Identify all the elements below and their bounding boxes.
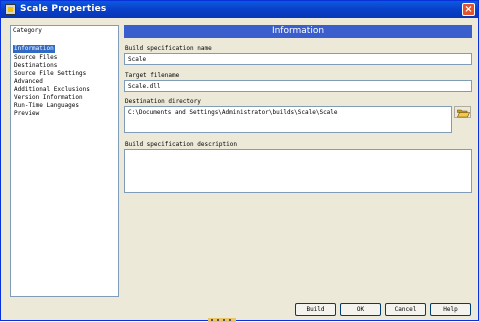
resize-grip-icon[interactable] — [208, 318, 236, 322]
category-item-information[interactable]: Information — [13, 45, 55, 53]
folder-open-icon — [457, 109, 470, 118]
category-item-source-files[interactable]: Source Files — [13, 54, 91, 62]
close-icon: × — [464, 4, 473, 15]
category-item-additional-exclusions[interactable]: Additional Exclusions — [13, 86, 91, 94]
build-spec-description-field[interactable] — [124, 149, 472, 193]
section-header: Information — [124, 25, 472, 38]
build-spec-description-label: Build specification description — [125, 141, 237, 148]
title-bar[interactable]: Scale Properties × — [1, 1, 478, 18]
target-filename-label: Target filename — [125, 72, 180, 79]
category-item-run-time-languages[interactable]: Run-Time Languages — [13, 102, 91, 110]
ok-button[interactable]: OK — [340, 303, 381, 316]
category-list-panel: Category Information Source Files Destin… — [10, 25, 119, 297]
properties-window: Scale Properties × Category Information … — [0, 0, 479, 322]
category-item-version-information[interactable]: Version Information — [13, 94, 91, 102]
cancel-button[interactable]: Cancel — [385, 303, 426, 316]
category-item-source-file-settings[interactable]: Source File Settings — [13, 70, 91, 78]
target-filename-field[interactable]: Scale.dll — [124, 80, 472, 92]
build-spec-name-field[interactable]: Scale — [124, 53, 472, 65]
build-button[interactable]: Build — [295, 303, 336, 316]
close-button[interactable]: × — [462, 3, 475, 16]
app-icon — [5, 4, 16, 15]
window-title: Scale Properties — [20, 4, 107, 14]
destination-directory-label: Destination directory — [125, 98, 201, 105]
destination-directory-field[interactable]: C:\Documents and Settings\Administrator\… — [124, 106, 452, 133]
category-item-advanced[interactable]: Advanced — [13, 78, 91, 86]
help-button[interactable]: Help — [430, 303, 471, 316]
category-list: Information Source Files Destinations So… — [13, 35, 91, 118]
category-header: Category — [13, 27, 42, 34]
category-item-destinations[interactable]: Destinations — [13, 62, 91, 70]
build-spec-name-label: Build specification name — [125, 45, 212, 52]
category-item-preview[interactable]: Preview — [13, 110, 91, 118]
browse-folder-button[interactable] — [454, 106, 471, 118]
